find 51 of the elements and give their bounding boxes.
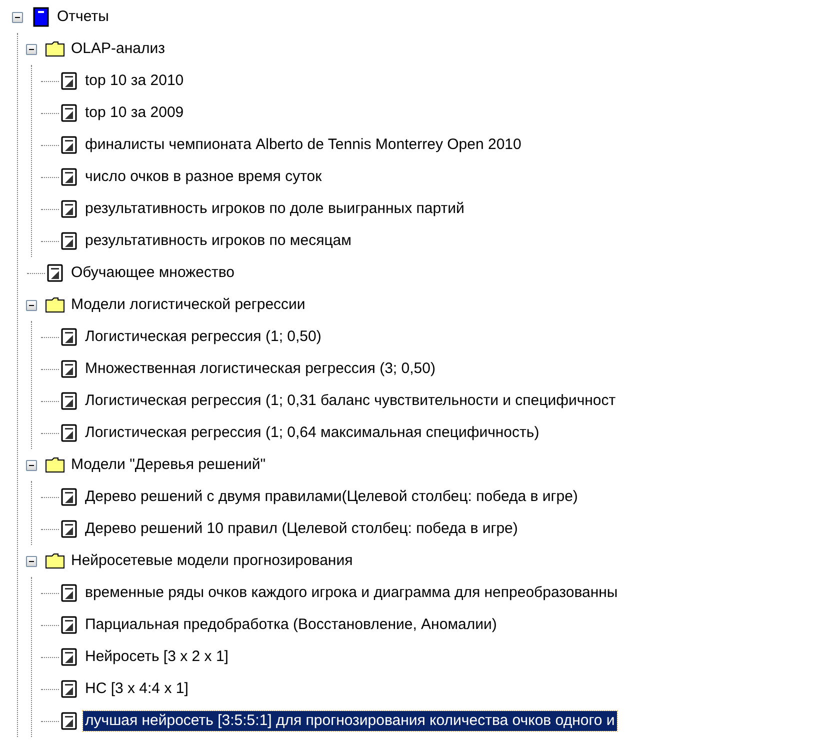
report-icon: [59, 135, 79, 155]
tree-item[interactable]: Множественная логистическая регрессия (3; 0,50): [83, 359, 438, 379]
collapse-toggle-icon[interactable]: [26, 460, 37, 470]
report-icon: [59, 615, 79, 635]
report-icon: [59, 583, 79, 603]
tree-item[interactable]: Логистическая регрессия (1; 0,64 максимальная специфичность): [83, 423, 542, 443]
tree-item[interactable]: Обучающее множество: [69, 263, 237, 283]
report-icon: [59, 487, 79, 507]
tree-item[interactable]: НС [3 x 4:4 x 1]: [83, 679, 190, 699]
tree-item[interactable]: Модели логистической регрессии: [69, 295, 308, 315]
report-icon: [59, 103, 79, 123]
report-icon: [59, 359, 79, 379]
tree-item[interactable]: Логистическая регрессия (1; 0,50): [83, 327, 324, 347]
report-icon: [59, 647, 79, 667]
tree-item[interactable]: Дерево решений 10 правил (Целевой столбец: победа в игре): [83, 519, 520, 539]
tree-item[interactable]: Модели "Деревья решений": [69, 455, 268, 475]
report-icon: [59, 391, 79, 411]
report-icon: [59, 679, 79, 699]
report-icon: [59, 231, 79, 251]
tree-item[interactable]: временные ряды очков каждого игрока и диаграмма для непреобразованны: [83, 583, 620, 603]
folder-icon: [45, 455, 65, 475]
report-icon: [59, 423, 79, 443]
tree-item[interactable]: Парциальная предобработка (Восстановление, Аномалии): [83, 615, 499, 635]
report-icon: [59, 519, 79, 539]
report-icon: [59, 711, 79, 731]
report-icon: [45, 263, 65, 283]
tree-item[interactable]: top 10 за 2010: [83, 71, 186, 91]
tree-item[interactable]: финалисты чемпионата Alberto de Tennis Monterrey Open 2010: [83, 135, 524, 155]
report-icon: [59, 199, 79, 219]
tree-item[interactable]: Отчеты: [55, 7, 111, 27]
tree-item[interactable]: Нейросетевые модели прогнозирования: [69, 551, 355, 571]
collapse-toggle-icon[interactable]: [26, 44, 37, 54]
tree-item[interactable]: OLAP-анализ: [69, 39, 167, 59]
report-icon: [59, 71, 79, 91]
report-icon: [59, 327, 79, 347]
folder-icon: [45, 551, 65, 571]
collapse-toggle-icon[interactable]: [12, 12, 23, 22]
tree-item[interactable]: результативность игроков по доле выигранных партий: [83, 199, 466, 219]
collapse-toggle-icon[interactable]: [26, 300, 37, 310]
tree-item[interactable]: лучшая нейросеть [3:5:5:1] для прогнозирования количества очков одного и: [83, 711, 617, 731]
tree-item[interactable]: Логистическая регрессия (1; 0,31 баланс чувствительности и специфичност: [83, 391, 618, 411]
tree-item[interactable]: Дерево решений с двумя правилами(Целевой столбец: победа в игре): [83, 487, 580, 507]
book-icon: [31, 7, 51, 27]
tree-item[interactable]: результативность игроков по месяцам: [83, 231, 354, 251]
report-icon: [59, 167, 79, 187]
collapse-toggle-icon[interactable]: [26, 556, 37, 566]
tree-item[interactable]: Нейросеть [3 x 2 x 1]: [83, 647, 230, 667]
folder-icon: [45, 39, 65, 59]
folder-icon: [45, 295, 65, 315]
tree-item[interactable]: top 10 за 2009: [83, 103, 186, 123]
tree-item[interactable]: число очков в разное время суток: [83, 167, 324, 187]
